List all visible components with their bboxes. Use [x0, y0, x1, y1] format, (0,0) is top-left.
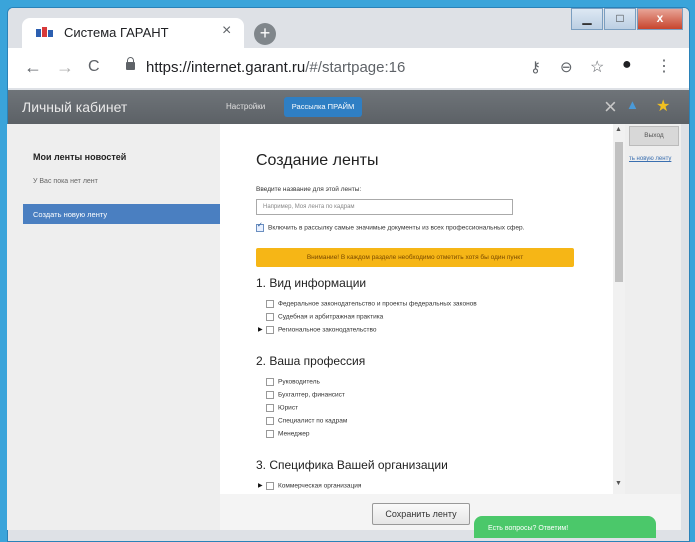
- checkbox-label: Руководитель: [278, 378, 320, 386]
- lock-icon: [126, 57, 135, 70]
- section-title: 3. Специфика Вашей организации: [256, 458, 448, 472]
- user-icon[interactable]: ▲: [626, 97, 639, 112]
- checkbox[interactable]: [266, 404, 274, 412]
- account-icon[interactable]: ●: [622, 56, 632, 74]
- feed-name-input[interactable]: Например, Моя лента по кадрам: [256, 199, 513, 215]
- include-label: Включить в рассылку самые значимые докум…: [268, 224, 525, 232]
- address-bar[interactable]: https://internet.garant.ru/#/startpage:1…: [146, 59, 405, 76]
- section-title: 1. Вид информации: [256, 276, 367, 290]
- checkbox-label: Менеджер: [278, 430, 310, 438]
- new-tab-button[interactable]: +: [254, 23, 276, 45]
- checkbox-item[interactable]: Бухгалтер, финансист: [266, 391, 345, 399]
- settings-link[interactable]: Настройки: [226, 102, 265, 111]
- checkbox-item[interactable]: Федеральное законодательство и проекты ф…: [266, 300, 477, 308]
- zoom-icon[interactable]: ⊖: [560, 58, 573, 76]
- checkbox[interactable]: [266, 313, 274, 321]
- window-controls: ▁ □ x: [570, 8, 683, 30]
- browser-tab[interactable]: Система ГАРАНТ ×: [22, 18, 244, 48]
- tab-title: Система ГАРАНТ: [64, 25, 169, 40]
- include-option[interactable]: Включить в рассылку самые значимые докум…: [256, 222, 566, 233]
- new-feed-link[interactable]: ть новую ленту: [629, 156, 671, 162]
- checkbox-label: Региональное законодательство: [278, 326, 377, 334]
- close-icon[interactable]: ×: [604, 94, 617, 120]
- sidebar-title: Мои ленты новостей: [33, 152, 127, 162]
- garant-favicon-icon: [36, 27, 53, 37]
- checkbox[interactable]: [266, 417, 274, 425]
- create-feed-form: Создание ленты Введите название для этой…: [220, 124, 613, 494]
- checkbox-item[interactable]: Судебная и арбитражная практика: [266, 313, 383, 321]
- checkbox-label: Специалист по кадрам: [278, 417, 348, 425]
- checkbox-label: Судебная и арбитражная практика: [278, 313, 384, 321]
- feeds-sidebar: Мои ленты новостей У Вас пока нет лент С…: [7, 124, 220, 530]
- checkbox-item[interactable]: Юрист: [266, 404, 298, 412]
- cabinet-header: Личный кабинет Настройки Рассылка ПРАЙМ …: [8, 90, 689, 124]
- chat-label: Есть вопросы? Ответим!: [488, 525, 569, 532]
- section-title: 2. Ваша профессия: [256, 354, 366, 368]
- maximize-button[interactable]: □: [604, 8, 636, 30]
- checkbox-item[interactable]: Специалист по кадрам: [266, 417, 347, 425]
- expand-arrow-icon[interactable]: ▶: [258, 482, 263, 489]
- checkbox-label: Юрист: [278, 404, 299, 412]
- checkbox[interactable]: [266, 378, 274, 386]
- back-arrow-icon[interactable]: ←: [24, 57, 42, 78]
- scroll-down-icon[interactable]: ▼: [615, 480, 622, 487]
- save-feed-button[interactable]: Сохранить ленту: [372, 503, 470, 525]
- background-page: Выход ть новую ленту: [625, 124, 681, 530]
- checkbox-item[interactable]: Руководитель: [266, 378, 320, 386]
- chat-widget[interactable]: Есть вопросы? Ответим!: [474, 516, 656, 538]
- url-path: /#/startpage:16: [305, 59, 406, 76]
- warning-banner: Внимание! В каждом разделе необходимо от…: [256, 248, 574, 267]
- cabinet-title: Личный кабинет: [22, 99, 128, 115]
- checkbox[interactable]: [266, 300, 274, 308]
- checkbox-item[interactable]: ▶ Региональное законодательство: [258, 326, 377, 334]
- create-feed-label: Создать новую ленту: [33, 210, 108, 219]
- bookmark-star-icon[interactable]: ☆: [590, 57, 604, 77]
- star-icon[interactable]: ★: [656, 96, 670, 116]
- scroll-thumb[interactable]: [615, 142, 623, 282]
- browser-toolbar: ← → C https://internet.garant.ru/#/start…: [8, 48, 689, 88]
- tab-close-icon[interactable]: ×: [222, 22, 231, 40]
- url-host: https://internet.garant.ru: [146, 59, 306, 76]
- checkbox-item[interactable]: Менеджер: [266, 430, 310, 438]
- sidebar-empty-text: У Вас пока нет лент: [33, 178, 98, 185]
- reload-icon[interactable]: C: [88, 58, 100, 76]
- checkbox-label: Федеральное законодательство и проекты ф…: [278, 300, 477, 308]
- checkbox[interactable]: [266, 326, 274, 334]
- key-icon[interactable]: ⚷: [530, 58, 541, 76]
- exit-button[interactable]: Выход: [629, 126, 679, 146]
- vertical-scrollbar[interactable]: ▲ ▼: [613, 124, 625, 494]
- browser-menu-icon[interactable]: ⋮: [656, 56, 672, 76]
- include-checkbox[interactable]: [256, 222, 264, 232]
- expand-arrow-icon[interactable]: ▶: [258, 326, 263, 333]
- mailing-prime-tab[interactable]: Рассылка ПРАЙМ: [284, 97, 362, 117]
- checkbox-item[interactable]: ▶ Коммерческая организация: [258, 482, 362, 490]
- checkbox[interactable]: [266, 430, 274, 438]
- minimize-button[interactable]: ▁: [571, 8, 603, 30]
- checkbox[interactable]: [266, 482, 274, 490]
- checkbox-label: Бухгалтер, финансист: [278, 391, 345, 399]
- create-feed-item[interactable]: Создать новую ленту: [23, 204, 220, 224]
- form-title: Создание ленты: [256, 152, 379, 169]
- tab-strip: Система ГАРАНТ × + ▁ □ x: [8, 8, 689, 48]
- checkbox[interactable]: [266, 391, 274, 399]
- window-close-button[interactable]: x: [637, 8, 683, 30]
- forward-arrow-icon[interactable]: →: [56, 57, 74, 78]
- name-label: Введите название для этой ленты:: [256, 186, 362, 193]
- scroll-up-icon[interactable]: ▲: [615, 126, 622, 133]
- checkbox-label: Коммерческая организация: [278, 482, 362, 490]
